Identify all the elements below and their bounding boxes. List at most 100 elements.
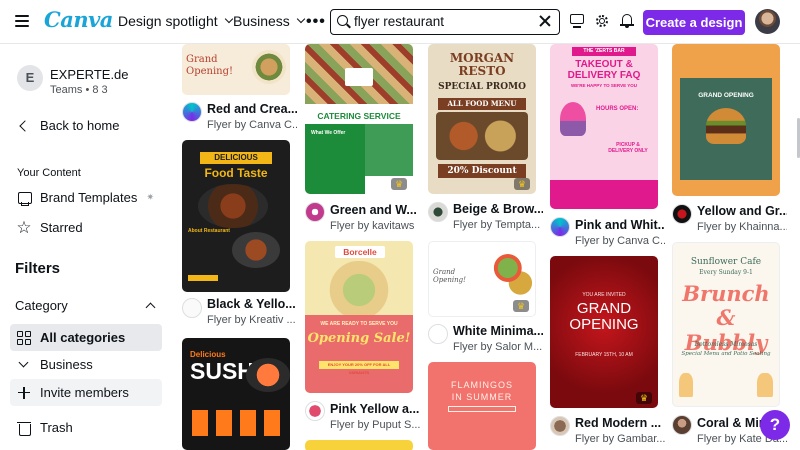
template-thumbnail[interactable]: YOU ARE INVITED GRAND OPENING FEBRUARY 1… [550, 256, 658, 408]
template-thumbnail[interactable]: Borcelle WE ARE READY TO SERVE YOU Openi… [305, 241, 413, 393]
team-name[interactable]: EXPERTE.de [50, 67, 129, 82]
glass-image [679, 373, 693, 397]
green-panel [365, 124, 413, 176]
template-thumbnail[interactable]: FLAMINGOS IN SUMMER [428, 362, 536, 450]
template-grid: Grand Opening! Red and Crea... Flyer by … [170, 44, 800, 450]
footer-band [550, 180, 658, 209]
thumb-text: Bottomless Mimosas [694, 341, 758, 348]
template-thumbnail[interactable]: MORGAN RESTO SPECIAL PROMO ALL FOOD MENU… [428, 44, 536, 194]
creator-avatar [428, 324, 448, 344]
template-thumbnail[interactable]: THE 'ZERTS BAR TAKEOUT & DELIVERY FAQ WE… [550, 44, 658, 209]
sidebar-item-brand-templates[interactable]: Brand Templates ✷ [10, 184, 162, 211]
thumb-text: 20% Discount [438, 164, 526, 178]
menu-tile [216, 410, 232, 436]
card-title[interactable]: Black & Yello... [207, 297, 297, 311]
card-title[interactable]: Beige & Brow... [453, 202, 543, 216]
thumb-text: MORGAN [449, 51, 515, 65]
create-design-button[interactable]: Create a design [643, 10, 745, 35]
bell-icon[interactable] [619, 13, 635, 29]
creator-avatar [428, 202, 448, 222]
thumb-text: FLAMINGOS [450, 380, 513, 390]
thumb-text: ENJOY YOUR 20% OFF FOR ALL VARIANTS [319, 361, 399, 375]
card-author: Flyer by Tempta... [453, 219, 541, 231]
card-title[interactable]: Pink Yellow a... [330, 402, 420, 416]
sidebar: E EXPERTE.de Teams • 8 3 Back to home Yo… [0, 44, 170, 450]
thumb-text: Grand [186, 54, 218, 65]
back-to-home-label: Back to home [40, 118, 120, 133]
nav-design-spotlight-label: Design spotlight [118, 13, 218, 29]
thumb-text: Special Menu and Patio Seating [681, 351, 771, 357]
template-thumbnail[interactable]: Sunflower Cafe Every Sunday 9-1 Brunch &… [672, 242, 780, 407]
card-title[interactable]: Green and W... [330, 203, 420, 217]
brand-templates-icon [16, 190, 32, 206]
card-author: Flyer by Kreativ ... [207, 314, 296, 326]
team-subtitle: Teams • 8 3 [50, 84, 108, 96]
monitor-icon[interactable] [569, 13, 585, 29]
thumb-text: DELICIOUS [200, 152, 272, 164]
card-author: Flyer by Gambar... [575, 433, 665, 445]
sidebar-item-trash[interactable]: Trash [10, 414, 162, 441]
card-author: Flyer by kavitaws [330, 220, 415, 232]
thumb-text: SPECIAL PROMO [438, 82, 526, 92]
hamburger-menu-icon[interactable] [15, 15, 29, 27]
thumb-text: OPENING [569, 316, 639, 333]
crown-icon: ✷ [146, 192, 154, 202]
thumb-text: Every Sunday 9-1 [699, 269, 753, 276]
card-title[interactable]: White Minima... [453, 324, 543, 338]
sidebar-item-label: Invite members [40, 385, 129, 400]
card-title[interactable]: Pink and Whit... [575, 218, 665, 232]
more-icon[interactable]: ••• [306, 13, 326, 31]
filter-business[interactable]: Business [10, 351, 162, 378]
nav-business[interactable]: Business [233, 13, 306, 29]
canva-logo[interactable]: Canva [44, 7, 113, 32]
nav-design-spotlight[interactable]: Design spotlight [118, 13, 233, 29]
sidebar-item-starred[interactable]: ☆ Starred [10, 214, 162, 241]
template-thumbnail[interactable]: Grand Opening! ♛ [428, 241, 536, 317]
card-author: Flyer by Canva C... [575, 235, 665, 247]
thumb-text: Sunflower Cafe [690, 257, 762, 267]
chevron-left-icon [16, 118, 32, 134]
card-title[interactable]: Yellow and Gr... [697, 204, 787, 218]
food-image [252, 50, 286, 84]
back-to-home-link[interactable]: Back to home [10, 112, 162, 139]
glass-image [757, 373, 773, 397]
crown-icon: ♛ [514, 178, 530, 190]
close-icon[interactable] [539, 15, 551, 27]
creator-avatar [182, 298, 202, 318]
card-title[interactable]: Red and Crea... [207, 102, 297, 116]
logo-box [345, 68, 373, 86]
creator-avatar [672, 415, 692, 435]
thumb-text: WE ARE READY TO SERVE YOU [320, 321, 398, 327]
card-title[interactable]: Red Modern ... [575, 416, 665, 430]
thumb-text: Brunch [682, 281, 770, 306]
category-toggle[interactable]: Category [15, 298, 160, 318]
invite-members-button[interactable]: Invite members [10, 379, 162, 406]
search-box [330, 9, 560, 35]
user-avatar[interactable] [755, 9, 780, 34]
template-thumbnail[interactable]: GRAND OPENING [672, 44, 780, 196]
cupcake-image [560, 102, 586, 136]
food-image [232, 232, 280, 268]
template-thumbnail[interactable]: Delicious SUSHI [182, 338, 290, 450]
help-button[interactable]: ? [760, 410, 790, 440]
template-thumbnail[interactable]: DELICIOUS Food Taste About Restaurant [182, 140, 290, 292]
thumb-text: THE 'ZERTS BAR [572, 47, 636, 56]
search-input[interactable] [354, 12, 534, 31]
star-icon: ☆ [16, 217, 32, 237]
thumb-text: GRAND OPENING [698, 92, 754, 99]
chevron-down-icon [224, 14, 233, 24]
gear-icon[interactable] [594, 13, 610, 29]
template-thumbnail[interactable]: CATERING SERVICE What We Offer ♛ [305, 44, 413, 194]
filter-all-categories[interactable]: All categories [10, 324, 162, 351]
template-thumbnail[interactable]: Grand Opening! [182, 44, 290, 95]
sidebar-item-label: Brand Templates [40, 190, 138, 205]
thumb-text: Grand Opening! [433, 268, 466, 284]
thumb-text: IN SUMMER [451, 392, 513, 402]
template-thumbnail[interactable] [305, 440, 413, 450]
creator-avatar [305, 401, 325, 421]
menu-tile [192, 410, 208, 436]
nav-business-label: Business [233, 13, 290, 29]
thumb-text: Borcelle [335, 246, 385, 258]
team-avatar[interactable]: E [17, 65, 43, 91]
thumb-text: ALL FOOD MENU [438, 98, 526, 110]
